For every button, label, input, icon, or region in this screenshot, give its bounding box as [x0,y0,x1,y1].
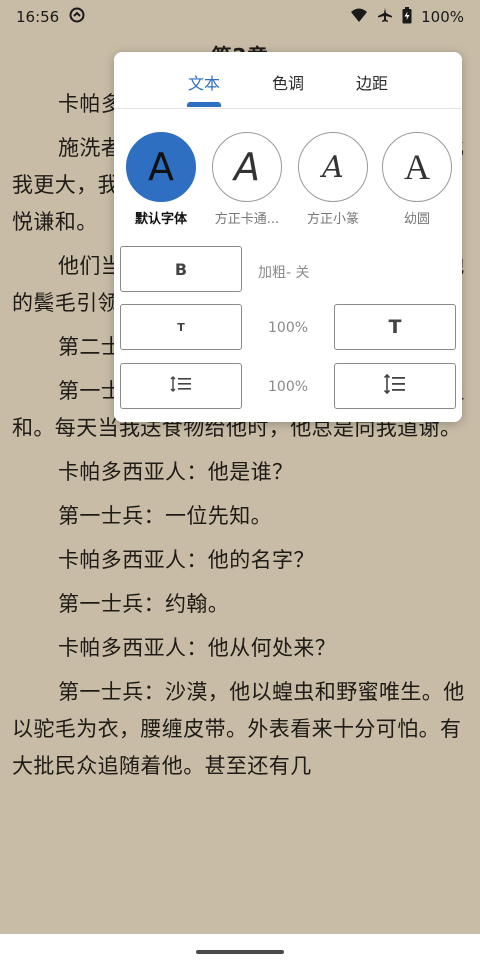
paragraph: 卡帕多西亚人：他是谁？ [58,460,294,484]
font-label-fangzheng-cartoon: 方正卡通... [214,212,280,227]
decrease-font-size-button[interactable]: T [120,304,242,350]
font-preview-youyuan: A [382,132,452,202]
airplane-mode-icon [377,7,393,27]
increase-line-spacing-button[interactable] [334,363,456,409]
paragraph: 卡帕多西亚人：他的名字？ [58,548,315,572]
paragraph: 第一士兵：沙漠，他以蝗虫和野蜜唯生。他以驼毛为衣，腰缠皮带。外表看来十分可怕。有… [12,680,465,778]
font-option-fangzheng-cartoon[interactable]: A 方正卡通... [210,132,284,227]
status-bar: 16:56 100% [0,0,480,34]
bold-toggle-button[interactable]: B [120,246,242,292]
paragraph: 第一士兵：约翰。 [58,592,230,616]
increase-font-size-label: T [388,316,402,338]
font-label-fangzheng-seal: 方正小篆 [306,212,359,227]
bold-status: 加粗- 关 [258,265,310,281]
wifi-icon [350,7,368,27]
font-label-default: 默认字体 [134,212,187,227]
tab-color-tone[interactable]: 色调 [258,70,318,94]
font-preview-fangzheng-seal: A [298,132,368,202]
decrease-line-spacing-icon [170,375,192,397]
line-spacing-value: 100% [268,379,309,395]
reading-settings-panel: 文本 色调 边距 A 默认字体 A 方正卡通... A 方正小篆 A 幼圆 B … [114,52,462,422]
font-preview-fangzheng-cartoon: A [212,132,282,202]
increase-line-spacing-icon [383,373,406,398]
font-preview-default: A [126,132,196,202]
decrease-font-size-label: T [177,320,185,334]
font-size-value: 100% [268,320,309,336]
increase-font-size-button[interactable]: T [334,304,456,350]
battery-icon [402,6,412,28]
font-option-youyuan[interactable]: A 幼圆 [380,132,454,227]
tab-margin[interactable]: 边距 [342,70,402,94]
paragraph: 卡帕多西亚人：他从何处来？ [58,636,337,660]
settings-tabs: 文本 色调 边距 [114,52,462,109]
decrease-line-spacing-button[interactable] [120,363,242,409]
do-not-disturb-icon [69,7,85,27]
font-options: A 默认字体 A 方正卡通... A 方正小篆 A 幼圆 [114,132,462,232]
font-label-youyuan: 幼圆 [403,212,430,227]
font-option-fangzheng-seal[interactable]: A 方正小篆 [296,132,370,227]
battery-percentage: 100% [421,8,464,26]
status-time: 16:56 [16,8,60,26]
paragraph: 第一士兵：一位先知。 [58,504,272,528]
tab-text[interactable]: 文本 [174,70,234,94]
home-gesture-handle[interactable] [196,950,284,954]
bold-button-label: B [174,259,188,279]
active-tab-indicator [187,102,221,107]
font-option-default[interactable]: A 默认字体 [124,132,198,227]
navigation-bar [0,934,480,960]
